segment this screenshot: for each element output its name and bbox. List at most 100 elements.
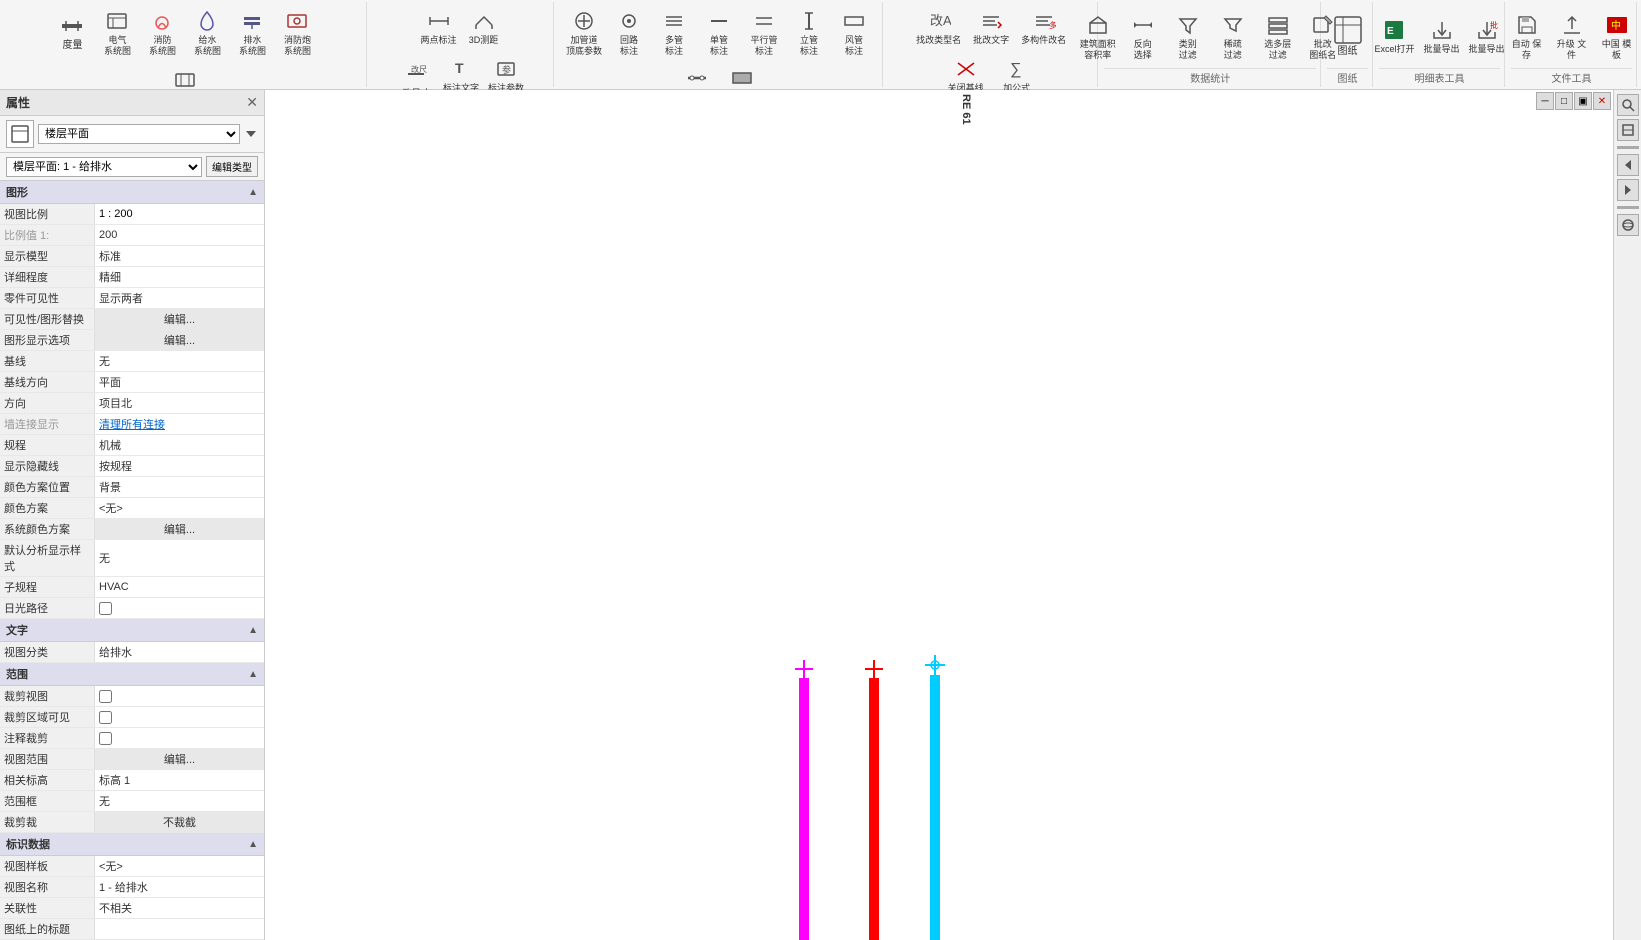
toolbar-group-drawing: 图纸 图纸: [1323, 2, 1373, 87]
prop-sys-color-scheme-btn[interactable]: 编辑...: [95, 519, 264, 539]
section-identity-body: 视图样板 <无> 视图名称 1 - 给排水 关联性 不相关 图纸上的标题: [0, 856, 264, 940]
btn-auto-save-label: 自动 保存: [1509, 39, 1545, 61]
btn-maximize[interactable]: ▣: [1574, 92, 1592, 110]
btn-minimize[interactable]: ─: [1536, 92, 1554, 110]
btn-measure[interactable]: 度量: [50, 4, 94, 60]
fire-icon: [148, 7, 176, 35]
btn-modify-text-label: 找改类型名: [916, 35, 961, 46]
prop-scope-box: 范围框 无: [0, 791, 264, 812]
btn-category-filter[interactable]: 类别 过滤: [1166, 4, 1210, 67]
btn-china-template[interactable]: 中 中国 模板: [1595, 4, 1639, 67]
type-selector[interactable]: 楼层平面: [38, 124, 240, 144]
properties-container: 图形 ▲ 视图比例 比例值 1: 200 显示模型 标准: [0, 181, 264, 940]
btn-multi-floor[interactable]: 选多层 过滤: [1256, 4, 1300, 67]
prop-wall-join-value[interactable]: 清理所有连接: [95, 414, 264, 434]
section-identity-header[interactable]: 标识数据 ▲: [0, 833, 264, 856]
btn-add-pipe[interactable]: 加管道 顶底参数: [562, 4, 606, 60]
panel-close-btn[interactable]: ✕: [246, 94, 258, 111]
btn-batch-text[interactable]: 批改文字: [966, 4, 1016, 49]
batch-export2-icon: 批: [1473, 16, 1501, 44]
prop-analysis-style: 默认分析显示样式 无: [0, 540, 264, 577]
floor-edit-btn[interactable]: 编辑类型: [206, 156, 258, 177]
prop-color-scheme-pos-name: 颜色方案位置: [0, 477, 95, 497]
pipe-cyan-container: [925, 655, 945, 940]
prop-cut-btn[interactable]: 不裁截: [95, 812, 264, 832]
btn-batch-export[interactable]: 批量导出: [1420, 4, 1464, 67]
canvas-area[interactable]: ─ □ ▣ ✕ RE 61: [265, 90, 1641, 940]
prop-graphic-display-btn[interactable]: 编辑...: [95, 330, 264, 350]
btn-upgrade-file[interactable]: 升级 文件: [1550, 4, 1594, 67]
annotation-crop-checkbox[interactable]: [99, 732, 112, 745]
btn-restore[interactable]: □: [1555, 92, 1573, 110]
btn-multi[interactable]: 多管 标注: [652, 4, 696, 60]
btn-close[interactable]: ✕: [1593, 92, 1611, 110]
prop-orientation-name: 方向: [0, 393, 95, 413]
btn-zoom-next[interactable]: [1617, 179, 1639, 201]
btn-zoom-prev[interactable]: [1617, 154, 1639, 176]
btn-drain[interactable]: 排水 系统图: [230, 4, 274, 60]
btn-two-point[interactable]: 两点标注: [417, 4, 461, 49]
btn-3d-dim[interactable]: 3D测距: [462, 4, 506, 49]
prop-view-scale: 视图比例: [0, 204, 264, 225]
btn-drawing[interactable]: 图纸: [1326, 4, 1370, 67]
scale-icon: 改尺: [402, 60, 430, 88]
prop-view-range-btn[interactable]: 编辑...: [95, 749, 264, 769]
prop-cut-name: 裁剪裁: [0, 812, 95, 832]
pipe-magenta-marker: [795, 660, 813, 678]
btn-zoom-fit[interactable]: [1617, 119, 1639, 141]
btn-firefight[interactable]: 消防炮 系统图: [275, 4, 319, 60]
prop-annotation-crop-name: 注释裁剪: [0, 728, 95, 748]
btn-multi-label: 多管 标注: [665, 35, 683, 57]
btn-batch-export-label: 批量导出: [1424, 44, 1460, 55]
btn-batch-text2-label: 多构件改名: [1021, 35, 1066, 46]
pipe-cyan-marker: [925, 655, 945, 675]
sunpath-checkbox[interactable]: [99, 602, 112, 615]
svg-text:多: 多: [1049, 20, 1056, 30]
btn-duct[interactable]: 风管 标注: [832, 4, 876, 60]
btn-orbit[interactable]: [1617, 214, 1639, 236]
btn-fire[interactable]: 消防 系统图: [140, 4, 184, 60]
btn-modify-text[interactable]: 改A 找改类型名: [912, 4, 965, 49]
floor-plan-selector[interactable]: 模层平面: 1 - 给排水: [6, 157, 202, 177]
section-text-header[interactable]: 文字 ▲: [0, 619, 264, 642]
prop-sunpath-name: 日光路径: [0, 598, 95, 618]
section-range-body: 裁剪视图 裁剪区域可见 注释裁剪: [0, 686, 264, 833]
btn-single[interactable]: 单管 标注: [697, 4, 741, 60]
china-template-icon: 中: [1603, 11, 1631, 39]
btn-auto-save[interactable]: 自动 保存: [1505, 4, 1549, 67]
section-range-header[interactable]: 范围 ▲: [0, 663, 264, 686]
btn-reverse-select[interactable]: 反向 选择: [1121, 4, 1165, 67]
prop-color-scheme-pos: 颜色方案位置 背景: [0, 477, 264, 498]
view-scale-input[interactable]: [99, 208, 260, 220]
prop-crop-visible-value: [95, 707, 264, 727]
auto-save-icon: [1513, 11, 1541, 39]
prop-related-level-value: 标高 1: [95, 770, 264, 790]
prop-baseline-name: 基线: [0, 351, 95, 371]
btn-zoom-region[interactable]: [1617, 94, 1639, 116]
btn-vertical-pipe[interactable]: 立管 标注: [787, 4, 831, 60]
btn-parallel[interactable]: 平行管 标注: [742, 4, 786, 60]
batch-export-icon: [1428, 16, 1456, 44]
prop-view-name-value: 1 - 给排水: [95, 877, 264, 897]
btn-circuit[interactable]: 回路 标注: [607, 4, 651, 60]
btn-drain-label: 排水 系统图: [239, 35, 266, 57]
btn-excel-open[interactable]: E Excel打开: [1370, 4, 1418, 67]
section-graphics-header[interactable]: 图形 ▲: [0, 181, 264, 204]
btn-sparse-filter[interactable]: 稀疏 过滤: [1211, 4, 1255, 67]
prop-view-scale-value[interactable]: [95, 204, 264, 224]
prop-visibility-override-btn[interactable]: 编辑...: [95, 309, 264, 329]
btn-batch-export2[interactable]: 批 批量导出: [1465, 4, 1509, 67]
btn-building-area[interactable]: 建筑面积 容积率: [1076, 4, 1120, 67]
crop-view-checkbox[interactable]: [99, 690, 112, 703]
prop-display-model-value: 标准: [95, 246, 264, 266]
prop-discipline: 规程 机械: [0, 435, 264, 456]
prop-sub-discipline-name: 子规程: [0, 577, 95, 597]
btn-electric[interactable]: 电气 系统图: [95, 4, 139, 60]
btn-batch-text2[interactable]: 多 多构件改名: [1017, 4, 1070, 49]
btn-water[interactable]: 给水 系统图: [185, 4, 229, 60]
toolbar-group-text: 改A 找改类型名 批改文字 多 多构件改名: [885, 2, 1099, 87]
btn-excel-open-label: Excel打开: [1374, 44, 1414, 55]
btn-batch-text-label: 批改文字: [973, 35, 1009, 46]
prop-scope-box-value: 无: [95, 791, 264, 811]
crop-visible-checkbox[interactable]: [99, 711, 112, 724]
